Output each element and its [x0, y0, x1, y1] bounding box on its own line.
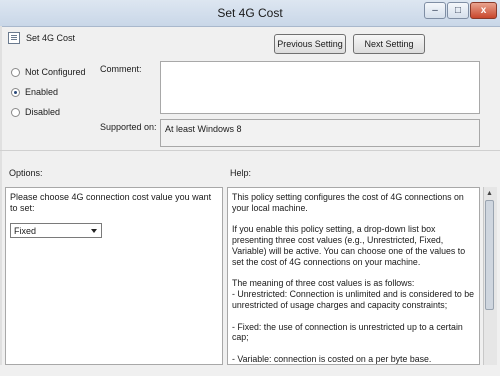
disabled-label[interactable]: Disabled — [25, 107, 60, 117]
comment-label: Comment: — [100, 64, 142, 74]
help-paragraph: The meaning of three cost values is as f… — [232, 278, 475, 310]
maximize-button[interactable]: □ — [447, 2, 469, 19]
policy-setting-icon — [8, 32, 20, 44]
help-paragraph: If you enable this policy setting, a dro… — [232, 224, 466, 267]
cost-value-selected: Fixed — [14, 225, 37, 236]
next-setting-button[interactable]: Next Setting — [353, 34, 425, 54]
help-paragraph: This policy setting configures the cost … — [232, 192, 464, 213]
policy-name: Set 4G Cost — [26, 33, 76, 43]
enabled-label[interactable]: Enabled — [25, 87, 58, 97]
previous-setting-button[interactable]: Previous Setting — [274, 34, 346, 54]
supported-on-box: At least Windows 8 — [160, 119, 480, 147]
close-button[interactable]: x — [470, 2, 497, 19]
window-edge — [0, 26, 2, 365]
help-text: This policy setting configures the cost … — [232, 192, 477, 376]
scroll-up-arrow-icon[interactable]: ▲ — [484, 188, 495, 198]
section-divider — [0, 150, 500, 151]
options-prompt: Please choose 4G connection cost value y… — [10, 192, 212, 213]
supported-on-label: Supported on: — [100, 122, 157, 132]
not-configured-label[interactable]: Not Configured — [25, 67, 86, 77]
chevron-down-icon — [91, 229, 97, 233]
help-paragraph: - Fixed: the use of connection is unrest… — [232, 321, 463, 343]
help-paragraph: - Variable: connection is costed on a pe… — [232, 353, 432, 364]
minimize-button[interactable]: – — [424, 2, 446, 19]
enabled-radio[interactable] — [11, 88, 20, 97]
options-label: Options: — [9, 168, 43, 178]
cost-value-dropdown[interactable]: Fixed — [10, 223, 102, 238]
supported-on-value: At least Windows 8 — [165, 124, 242, 134]
scrollbar-thumb[interactable] — [485, 200, 494, 310]
help-panel: This policy setting configures the cost … — [227, 187, 480, 365]
options-panel: Please choose 4G connection cost value y… — [5, 187, 223, 365]
comment-textarea[interactable] — [160, 61, 480, 114]
help-label: Help: — [230, 168, 252, 178]
not-configured-radio[interactable] — [11, 68, 20, 77]
disabled-radio[interactable] — [11, 108, 20, 117]
